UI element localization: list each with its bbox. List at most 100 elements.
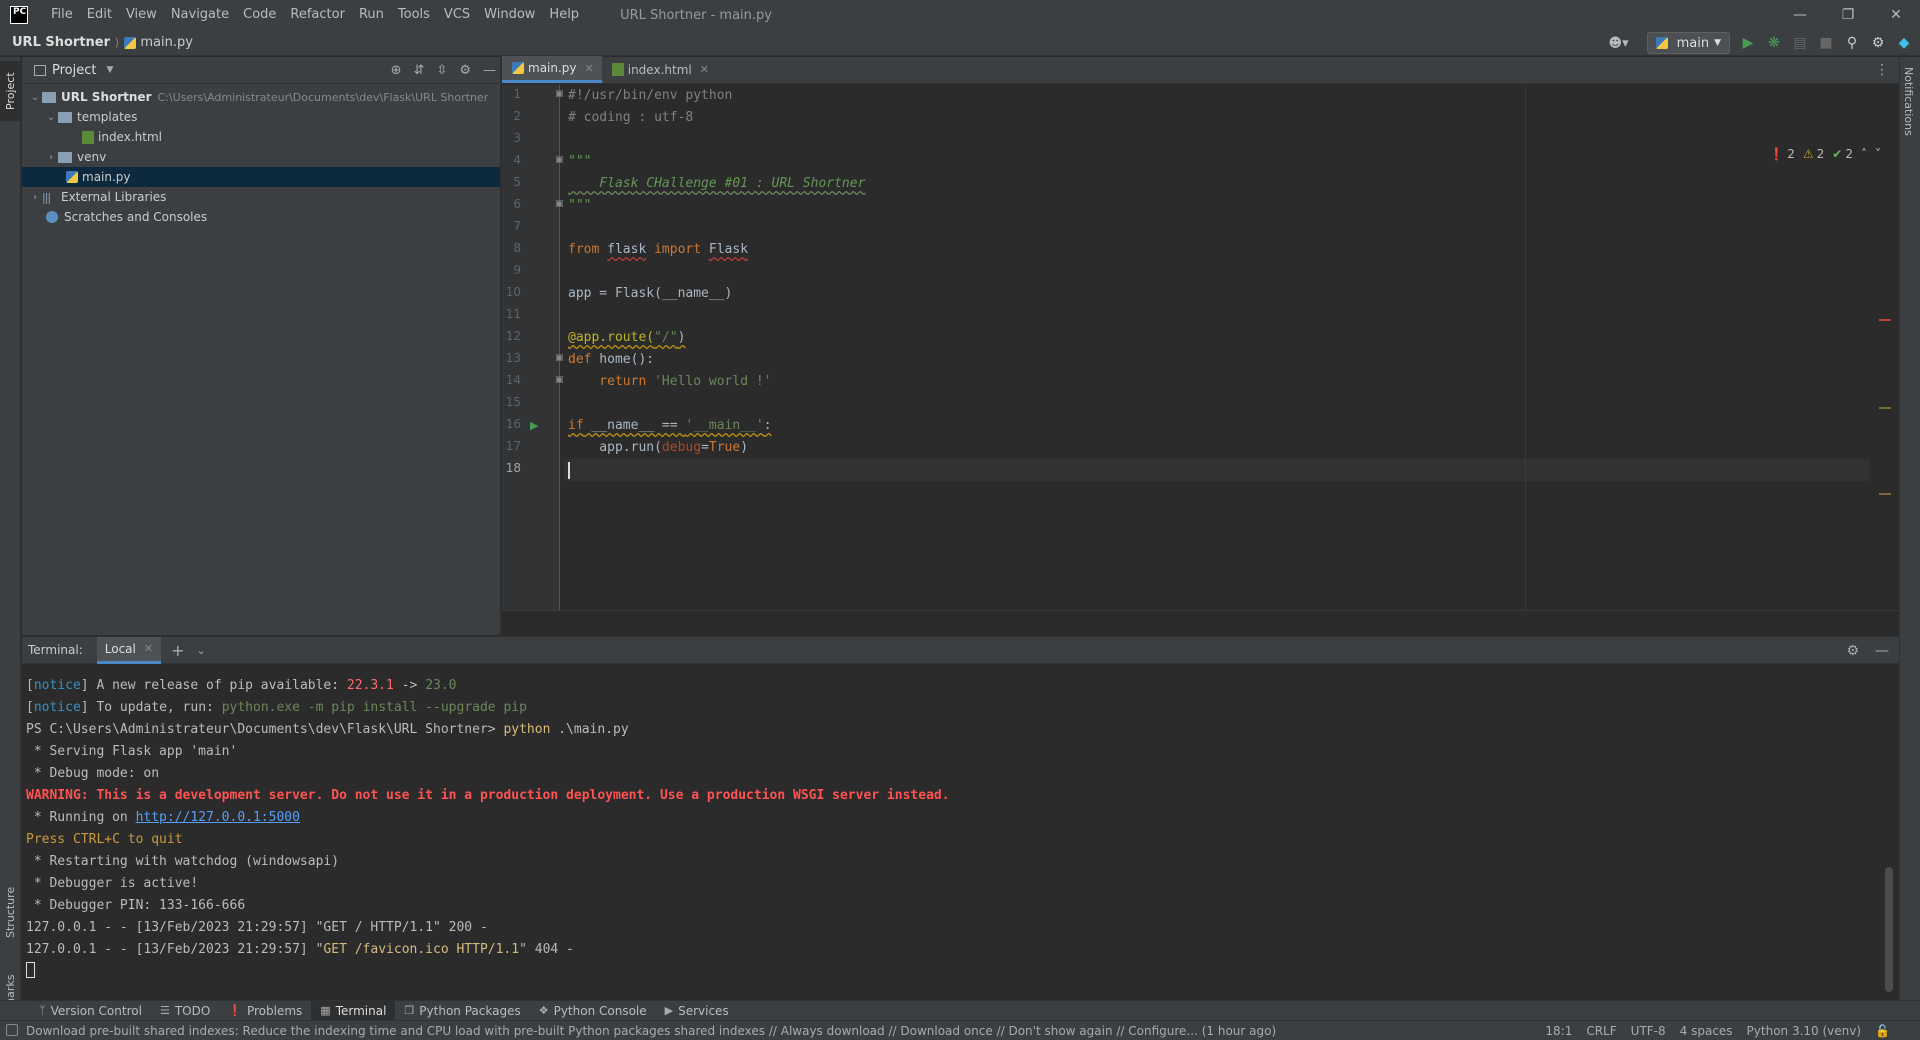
chevron-down-icon[interactable]: ⌄ bbox=[197, 644, 206, 657]
inspection-widget[interactable]: ❗ 2 ⚠ 2 ✔ 2 ˄ ˅ bbox=[1769, 147, 1881, 161]
close-tab-icon[interactable]: ✕ bbox=[585, 62, 594, 75]
hide-panel-icon[interactable]: — bbox=[1875, 643, 1889, 659]
tree-item-index-html[interactable]: index.html bbox=[22, 127, 500, 147]
menu-tools[interactable]: Tools bbox=[391, 0, 437, 30]
indentation[interactable]: 4 spaces bbox=[1680, 1024, 1733, 1038]
tool-python-console[interactable]: ❖ Python Console bbox=[530, 1001, 656, 1021]
terminal-output[interactable]: [notice] A new release of pip available:… bbox=[26, 675, 1871, 983]
tool-version-control[interactable]: ᛉ Version Control bbox=[30, 1001, 151, 1021]
warning-stripe-marker[interactable] bbox=[1879, 407, 1891, 409]
current-line-highlight bbox=[564, 459, 1869, 481]
terminal-scrollbar[interactable] bbox=[1885, 867, 1893, 992]
chevron-down-icon[interactable]: ⌄ bbox=[44, 112, 58, 123]
new-terminal-icon[interactable]: + bbox=[171, 641, 184, 660]
tool-python-packages[interactable]: ❐ Python Packages bbox=[395, 1001, 529, 1021]
old-version: 22.3.1 bbox=[346, 678, 394, 693]
menu-window[interactable]: Window bbox=[477, 0, 542, 30]
minimize-icon[interactable]: — bbox=[1776, 0, 1824, 30]
python-interpreter[interactable]: Python 3.10 (venv) bbox=[1747, 1024, 1862, 1038]
chevron-right-icon[interactable]: › bbox=[44, 152, 58, 163]
keyword: True bbox=[708, 440, 741, 455]
caret-position[interactable]: 18:1 bbox=[1545, 1024, 1572, 1038]
chevron-down-icon[interactable]: ⌄ bbox=[28, 92, 42, 103]
terminal-input-line[interactable] bbox=[26, 961, 1871, 983]
debug-icon[interactable]: ❋ bbox=[1766, 35, 1782, 51]
next-highlight-icon[interactable]: ˅ bbox=[1875, 147, 1881, 161]
warning-count[interactable]: ⚠ 2 bbox=[1803, 147, 1824, 161]
menu-navigate[interactable]: Navigate bbox=[164, 0, 236, 30]
run-gutter-icon[interactable]: ▶ bbox=[530, 419, 538, 432]
server-url-link[interactable]: http://127.0.0.1:5000 bbox=[136, 810, 300, 825]
editor-horizontal-scrollbar[interactable] bbox=[502, 610, 1899, 635]
close-tab-icon[interactable]: ✕ bbox=[700, 63, 709, 76]
tree-item-venv[interactable]: › venv bbox=[22, 147, 500, 167]
error-stripe-marker[interactable] bbox=[1879, 319, 1891, 321]
notifications-tool-tab[interactable]: Notifications bbox=[1902, 67, 1915, 136]
terminal-settings-gear-icon[interactable]: ⚙ bbox=[1846, 643, 1859, 659]
run-icon[interactable]: ▶ bbox=[1740, 35, 1756, 51]
search-icon[interactable]: ⚲ bbox=[1844, 35, 1860, 51]
menu-vcs[interactable]: VCS bbox=[437, 0, 477, 30]
structure-tool-tab[interactable]: Structure bbox=[0, 877, 21, 947]
restore-icon[interactable]: ❐ bbox=[1824, 0, 1872, 30]
chevron-down-icon[interactable]: ▼ bbox=[106, 65, 113, 75]
project-panel-title[interactable]: Project bbox=[52, 63, 96, 78]
tree-item-root[interactable]: ⌄ URL Shortner C:\Users\Administrateur\D… bbox=[22, 87, 500, 107]
status-message[interactable]: Download pre-built shared indexes: Reduc… bbox=[0, 1024, 1276, 1038]
fold-icon[interactable]: ▣ bbox=[555, 353, 564, 363]
error-count[interactable]: ❗ 2 bbox=[1769, 147, 1795, 161]
locate-file-icon[interactable]: ⊕ bbox=[391, 63, 402, 78]
tool-terminal[interactable]: ▦ Terminal bbox=[311, 1000, 396, 1021]
file-encoding[interactable]: UTF-8 bbox=[1631, 1024, 1666, 1038]
menu-refactor[interactable]: Refactor bbox=[283, 0, 352, 30]
project-tool-tab[interactable]: Project bbox=[0, 61, 21, 121]
panel-settings-gear-icon[interactable]: ⚙ bbox=[459, 63, 471, 78]
tool-services[interactable]: ▶ Services bbox=[656, 1001, 738, 1021]
menu-code[interactable]: Code bbox=[236, 0, 283, 30]
lock-icon[interactable]: 🔓 bbox=[1875, 1024, 1890, 1038]
fold-icon[interactable]: ▣ bbox=[555, 199, 564, 209]
menu-edit[interactable]: Edit bbox=[80, 0, 119, 30]
chevron-right-icon[interactable]: › bbox=[28, 192, 42, 203]
collapse-all-icon[interactable]: ⇳ bbox=[436, 63, 447, 78]
tree-item-scratches[interactable]: Scratches and Consoles bbox=[22, 207, 500, 227]
menu-file[interactable]: File bbox=[44, 0, 80, 30]
tool-problems[interactable]: ❗ Problems bbox=[219, 1001, 311, 1021]
tree-item-templates[interactable]: ⌄ templates bbox=[22, 107, 500, 127]
menu-help[interactable]: Help bbox=[542, 0, 586, 30]
run-configuration-select[interactable]: main ▼ bbox=[1646, 32, 1730, 54]
tool-todo[interactable]: ☰ TODO bbox=[151, 1001, 219, 1021]
library-icon: ||| bbox=[42, 190, 51, 204]
code-area[interactable]: #!/usr/bin/env python # coding : utf-8 "… bbox=[564, 85, 1899, 635]
jetbrains-toolbox-icon[interactable]: ◆ bbox=[1896, 35, 1912, 51]
line-separator[interactable]: CRLF bbox=[1586, 1024, 1616, 1038]
menu-run[interactable]: Run bbox=[352, 0, 391, 30]
tab-main-py[interactable]: main.py ✕ bbox=[502, 56, 602, 83]
user-account-icon[interactable]: ☻▾ bbox=[1609, 36, 1629, 51]
coverage-icon[interactable]: ▤ bbox=[1792, 35, 1808, 51]
navbar-actions: ☻▾ main ▼ ▶ ❋ ▤ ■ ⚲ ⚙ ◆ bbox=[1609, 30, 1920, 56]
stop-icon[interactable]: ■ bbox=[1818, 35, 1834, 51]
terminal-tab-local[interactable]: Local ✕ bbox=[96, 636, 162, 664]
hide-panel-icon[interactable]: — bbox=[483, 63, 496, 78]
fold-icon[interactable]: ▣ bbox=[555, 375, 564, 385]
toggle-tool-windows-icon[interactable] bbox=[6, 1024, 18, 1036]
warning-stripe-marker[interactable] bbox=[1879, 493, 1891, 495]
previous-highlight-icon[interactable]: ˄ bbox=[1861, 147, 1867, 161]
fold-icon[interactable]: ▣ bbox=[555, 155, 564, 165]
breadcrumb-project[interactable]: URL Shortner bbox=[12, 35, 110, 50]
pycharm-logo-icon[interactable]: PC bbox=[10, 6, 28, 24]
expand-all-icon[interactable]: ⇵ bbox=[414, 63, 425, 78]
tab-index-html[interactable]: index.html ✕ bbox=[602, 56, 717, 83]
typo-count[interactable]: ✔ 2 bbox=[1832, 147, 1853, 161]
tree-item-main-py[interactable]: main.py bbox=[22, 167, 500, 187]
settings-gear-icon[interactable]: ⚙ bbox=[1870, 35, 1886, 51]
breadcrumb-file[interactable]: main.py bbox=[140, 35, 193, 50]
tree-item-external-libraries[interactable]: › ||| External Libraries bbox=[22, 187, 500, 207]
fold-icon[interactable]: ▣ bbox=[555, 89, 564, 99]
more-options-icon[interactable]: ⋮ bbox=[1875, 62, 1889, 78]
close-tab-icon[interactable]: ✕ bbox=[144, 642, 153, 655]
param-name: debug bbox=[661, 440, 702, 455]
close-icon[interactable]: ✕ bbox=[1872, 0, 1920, 30]
menu-view[interactable]: View bbox=[119, 0, 164, 30]
